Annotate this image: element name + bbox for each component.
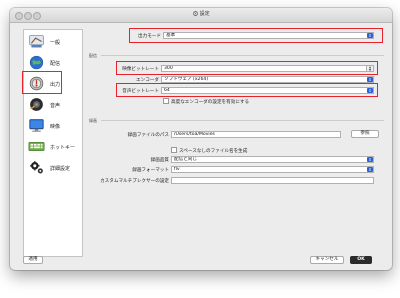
recording-section-title: 録画 xyxy=(89,118,97,123)
muxer-settings-input[interactable] xyxy=(171,177,374,184)
audio-bitrate-highlight-box xyxy=(116,83,378,97)
video-bitrate-highlight-box xyxy=(116,61,378,75)
output-mode-highlight-box xyxy=(129,28,383,43)
output-settings-panel: 出力モード 基本 ⇕ 配信 映像ビットレート 300 ▲ ▼ エンコーダ ソフトウ… xyxy=(87,28,384,254)
browse-button[interactable]: 参照 xyxy=(351,130,379,138)
output-highlight-box xyxy=(22,71,62,94)
window-title: ⚙設定 xyxy=(10,10,392,18)
streaming-section-title: 配信 xyxy=(89,53,97,58)
chevron-updown-icon: ⇕ xyxy=(367,157,373,162)
encoder-value: ソフトウェア (x264) xyxy=(164,77,209,82)
streaming-divider xyxy=(101,55,384,56)
sidebar-item-advanced[interactable]: 詳細設定 xyxy=(24,158,82,178)
settings-sidebar: 一般 配信 出力 音声 映像 ホットキー 詳細設定 xyxy=(23,29,83,257)
sidebar-item-label: ホットキー xyxy=(50,145,76,151)
sidebar-item-audio[interactable]: 音声 xyxy=(24,95,82,115)
advanced-encoder-label: 高度なエンコーダの設定を有効にする xyxy=(171,100,250,105)
sidebar-item-stream[interactable]: 配信 xyxy=(24,53,82,73)
recording-path-label: 録画ファイルのパス xyxy=(127,133,169,138)
recording-format-select[interactable]: flv ⇕ xyxy=(171,166,374,173)
muxer-settings-label: カスタムマルチプレクサーの設定 xyxy=(100,179,169,184)
checkbox-icon[interactable] xyxy=(163,98,169,104)
recording-format-label: 録画フォーマット xyxy=(132,168,169,173)
sidebar-item-label: 配信 xyxy=(50,61,61,67)
keyboard-icon xyxy=(28,141,45,152)
recording-format-value: flv xyxy=(174,167,180,172)
sidebar-item-video[interactable]: 映像 xyxy=(24,116,82,136)
apply-button[interactable]: 適用 xyxy=(23,256,43,264)
recording-divider xyxy=(101,120,384,121)
gears-icon xyxy=(30,161,43,174)
sidebar-item-label: 詳細設定 xyxy=(50,166,71,172)
stream-globe-icon xyxy=(29,55,44,70)
audio-speaker-icon xyxy=(30,98,43,111)
sidebar-item-general[interactable]: 一般 xyxy=(24,32,82,52)
sidebar-item-label: 一般 xyxy=(50,40,61,46)
no-space-filename-checkbox[interactable]: スペースなしのファイル名を生成 xyxy=(171,147,247,154)
checkbox-icon[interactable] xyxy=(171,147,177,153)
sidebar-item-label: 音声 xyxy=(50,103,61,109)
recording-quality-select[interactable]: 配信と同じ ⇕ xyxy=(171,156,374,163)
chevron-updown-icon: ⇕ xyxy=(367,167,373,172)
ok-button[interactable]: OK xyxy=(350,256,372,264)
advanced-encoder-checkbox[interactable]: 高度なエンコーダの設定を有効にする xyxy=(163,98,249,105)
sidebar-item-label: 映像 xyxy=(50,124,61,130)
recording-path-value: /Users/toa/Movies xyxy=(174,132,215,137)
no-space-filename-label: スペースなしのファイル名を生成 xyxy=(179,149,248,154)
recording-quality-label: 録画品質 xyxy=(150,158,169,163)
sidebar-item-hotkeys[interactable]: ホットキー xyxy=(24,137,82,157)
settings-window: ⚙設定 一般 配信 出力 音声 映像 ホットキー 詳細設定 出力モード 基本 ⇕… xyxy=(10,8,392,270)
app-gear-icon: ⚙ xyxy=(192,10,199,18)
recording-quality-value: 配信と同じ xyxy=(174,157,197,162)
encoder-select[interactable]: ソフトウェア (x264) ⇕ xyxy=(161,76,374,83)
cancel-button[interactable]: キャンセル xyxy=(310,256,344,264)
general-settings-icon xyxy=(29,35,44,48)
window-title-text: 設定 xyxy=(199,11,210,17)
recording-path-input[interactable]: /Users/toa/Movies xyxy=(171,131,341,138)
title-bar: ⚙設定 xyxy=(10,8,392,23)
chevron-updown-icon: ⇕ xyxy=(367,77,373,82)
video-monitor-icon xyxy=(29,119,44,132)
